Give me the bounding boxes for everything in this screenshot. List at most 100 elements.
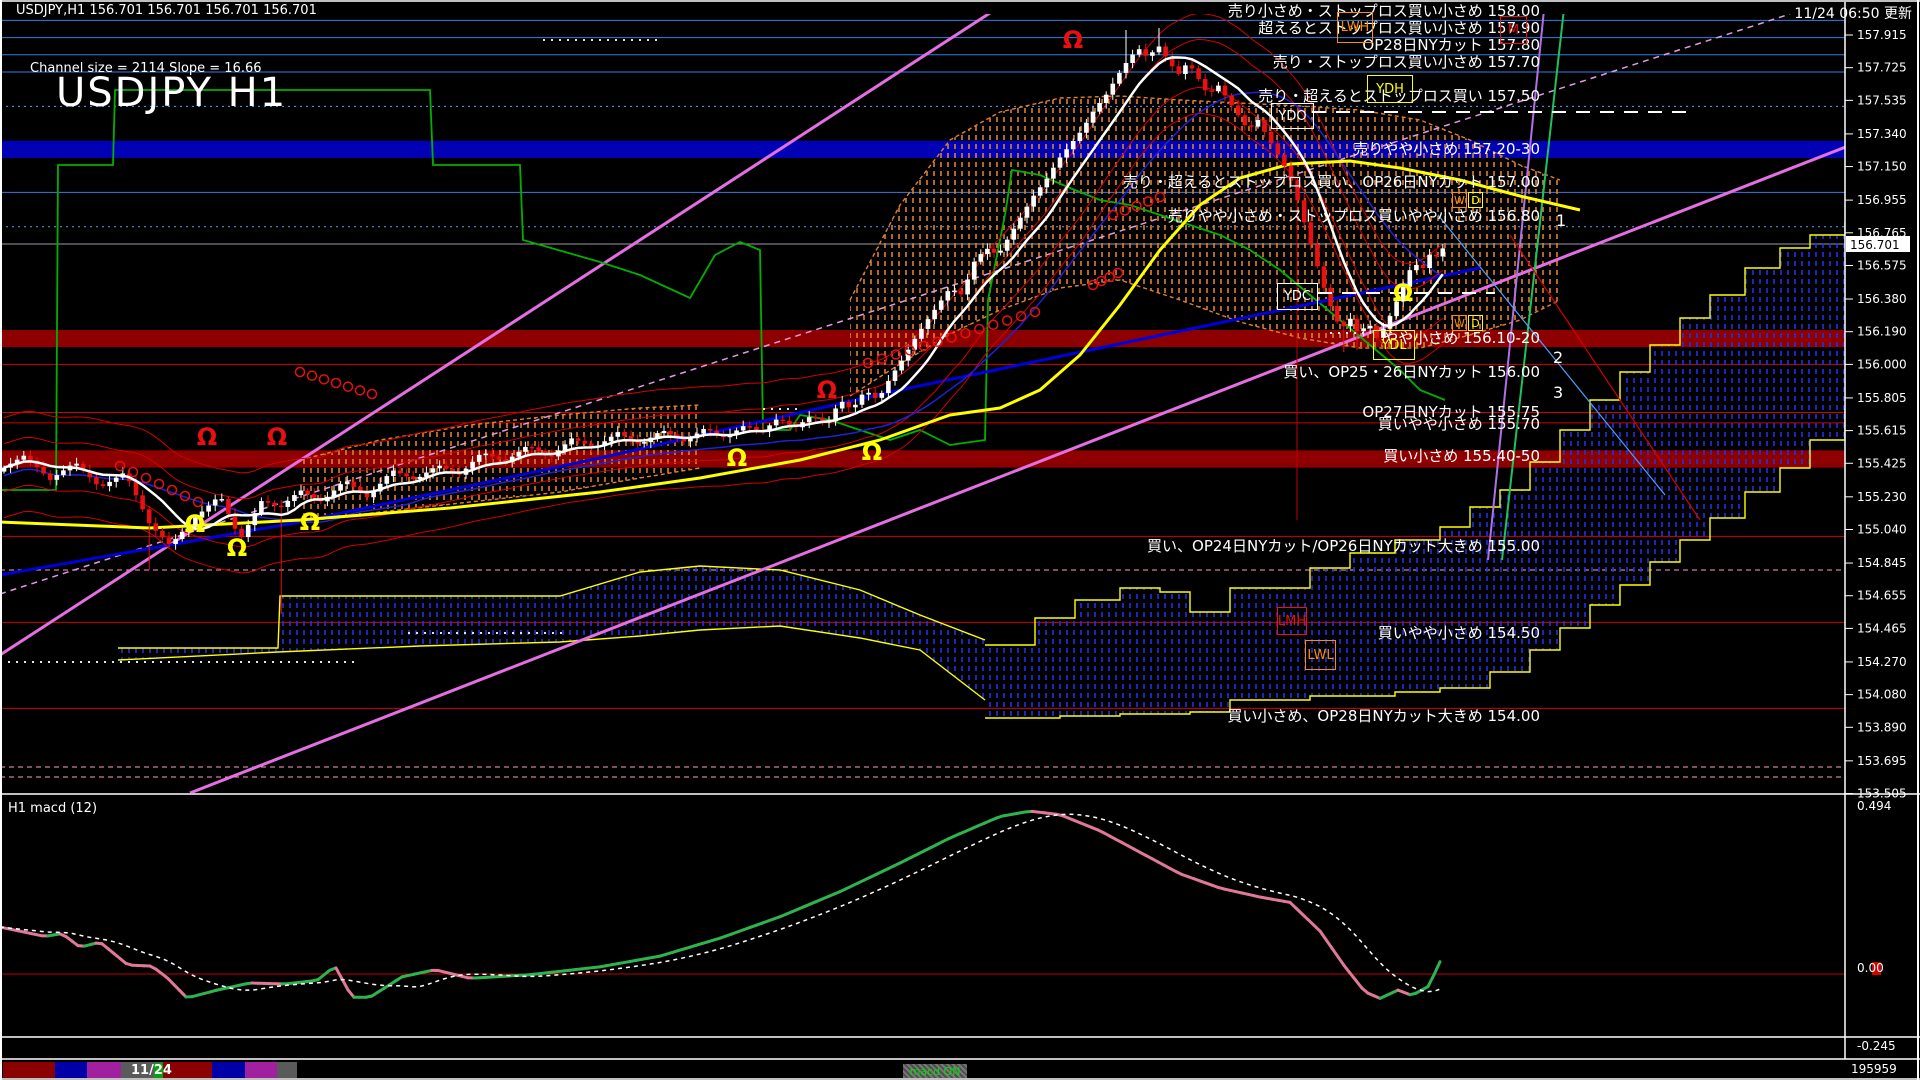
level-box-ydo: YDO (1271, 103, 1314, 129)
signal-omega-icon: Ω (300, 508, 320, 536)
level-box-w: W (1452, 192, 1467, 208)
time-strip-segment[interactable] (55, 1062, 87, 1078)
price-axis-label: 154.080 (1857, 688, 1907, 702)
signal-dot (294, 366, 306, 378)
time-strip-segment[interactable] (212, 1062, 245, 1078)
price-axis-label: 156.380 (1857, 292, 1907, 306)
symbol-watermark: USDJPY H1 (56, 70, 288, 116)
time-strip-segment[interactable] (245, 1062, 277, 1078)
slow-ma-blue (2, 266, 1481, 577)
level-box-ydh: YDH (1367, 75, 1413, 103)
price-annotation: 売り・ストップロス買い小さめ 157.70 (1272, 53, 1540, 71)
price-annotation: 買い、OP25・26日NYカット 156.00 (1283, 363, 1540, 381)
price-axis-label: 157.340 (1857, 127, 1907, 141)
time-strip-segment[interactable] (87, 1062, 121, 1078)
macd-line (1336, 955, 1346, 967)
level-box-ydl: YDL (1373, 330, 1415, 360)
price-axis-label: 154.845 (1857, 556, 1907, 570)
price-axis-label: 157.915 (1857, 28, 1907, 42)
price-annotation: 売りやや小さめ・ストップロス買いやや小さめ 156.80 (1167, 207, 1540, 225)
wave-count-label: 2 (1553, 348, 1563, 367)
signal-dot (354, 385, 366, 396)
kumo-cloud (118, 566, 985, 700)
macd-indicator-label: H1 macd (12) (8, 801, 98, 816)
price-annotation: 買い、OP24日NYカット/OP26日NYカット大きめ 155.00 (1147, 537, 1540, 555)
signal-dot (988, 319, 999, 330)
price-axis-label: 155.040 (1857, 523, 1907, 537)
price-annotation: 買い小さめ 155.40-50 (1383, 447, 1540, 465)
update-time-label: 11/24 06:50 更新 (1794, 6, 1912, 22)
signal-omega-icon: Ω (185, 510, 205, 538)
price-axis-label: 155.425 (1857, 456, 1907, 470)
signal-omega-icon: Ω (1393, 279, 1413, 307)
trading-chart-window: Ω Ω Ω Ω Ω Ω Ω Ω Ω Ω 1 2 3 157.915 157.725 157.535 157.34… (0, 0, 1920, 1080)
price-axis-label: 153.890 (1857, 720, 1907, 734)
signal-dot (306, 370, 318, 381)
signal-omega-icon: Ω (862, 438, 882, 466)
price-annotation: 買いやや小さめ 155.70 (1377, 415, 1540, 433)
macd-toggle-button[interactable]: macd ON (903, 1064, 967, 1078)
signal-omega-icon: Ω (727, 444, 747, 472)
level-box-d: D (1468, 315, 1483, 331)
signal-dot (1001, 315, 1013, 326)
price-axis-label: 155.805 (1857, 391, 1907, 405)
macd-line (1324, 938, 1334, 950)
date-axis-label: 11/24 (131, 1063, 172, 1078)
price-axis-label: 157.535 (1857, 93, 1907, 107)
macd-line (1426, 973, 1436, 989)
price-axis-label: 157.150 (1857, 160, 1907, 174)
price-annotation: 買い小さめ、OP28日NYカット大きめ 154.00 (1227, 707, 1540, 725)
level-box-d: D (1468, 192, 1483, 208)
signal-dot (330, 377, 342, 389)
level-box-lmh: LMH (1277, 607, 1307, 635)
level-box-m: M (1500, 16, 1527, 44)
signal-dot (366, 388, 378, 400)
wave-count-label: 3 (1553, 383, 1563, 402)
price-axis-label: 154.270 (1857, 655, 1907, 669)
clock-seconds-label: 195959 (1851, 1062, 1897, 1076)
level-box-ydc: YDC (1277, 283, 1318, 310)
signal-omega-icon: Ω (197, 423, 217, 451)
chart-title-bar: USDJPY,H1 156.701 156.701 156.701 156.70… (16, 3, 317, 18)
price-annotation: 売りやや小さめ 157.20-30 (1353, 140, 1540, 158)
macd-line (340, 977, 350, 992)
price-axis-label: 156.955 (1857, 193, 1907, 207)
signal-dot (318, 374, 330, 385)
time-strip-segment[interactable] (3, 1062, 55, 1078)
macd-plot-area (2, 809, 1845, 1000)
signal-omega-icon: Ω (227, 534, 247, 562)
level-box-lwl: LWL (1305, 640, 1336, 670)
price-axis-label: 154.465 (1857, 621, 1907, 635)
price-axis-label: 154.655 (1857, 589, 1907, 603)
signal-dot (342, 381, 354, 392)
macd-line (1432, 960, 1442, 977)
wave-count-label: 1 (1556, 211, 1566, 230)
macd-line (1318, 929, 1328, 942)
time-strip-segment[interactable] (277, 1062, 297, 1078)
price-annotation: 売り小さめ・ストップロス買い小さめ 158.00 (1227, 2, 1540, 20)
macd-axis-label: 0.00 (1857, 961, 1884, 975)
price-band (2, 140, 1845, 158)
macd-line (1330, 946, 1340, 959)
chart-canvas[interactable]: Ω ΩΩΩΩΩΩΩ ΩΩ123157.915157.725157.535157.34… (0, 0, 1920, 1080)
price-axis-label: 156.575 (1857, 258, 1907, 272)
macd-line (334, 966, 344, 981)
signal-omega-icon: Ω (817, 376, 837, 404)
signal-omega-icon: Ω (1063, 26, 1083, 54)
macd-axis-label: 0.494 (1857, 799, 1891, 813)
level-box-lwh: LWH (1337, 12, 1373, 43)
price-annotation: 超えるとストップロス買い小さめ 157.90 (1258, 19, 1540, 37)
price-axis-label: 155.615 (1857, 424, 1907, 438)
signal-dot (1015, 311, 1027, 322)
level-box-w: W (1452, 315, 1467, 331)
main-plot-area: Ω ΩΩΩΩΩΩΩ ΩΩ (2, 14, 1845, 793)
signal-omega-icon: Ω (267, 423, 287, 451)
price-axis-label: 155.230 (1857, 490, 1907, 504)
price-annotation: 売り・超えるとストップロス買い、OP26日NYカット 157.00 (1122, 173, 1540, 191)
price-axis-label: 153.695 (1857, 754, 1907, 768)
signal-dot (140, 472, 152, 484)
price-axis-label: 157.725 (1857, 61, 1907, 75)
price-axis-label: 156.000 (1857, 357, 1907, 371)
current-price-value: 156.701 (1850, 238, 1900, 252)
macd-axis-label: -0.245 (1857, 1039, 1896, 1053)
